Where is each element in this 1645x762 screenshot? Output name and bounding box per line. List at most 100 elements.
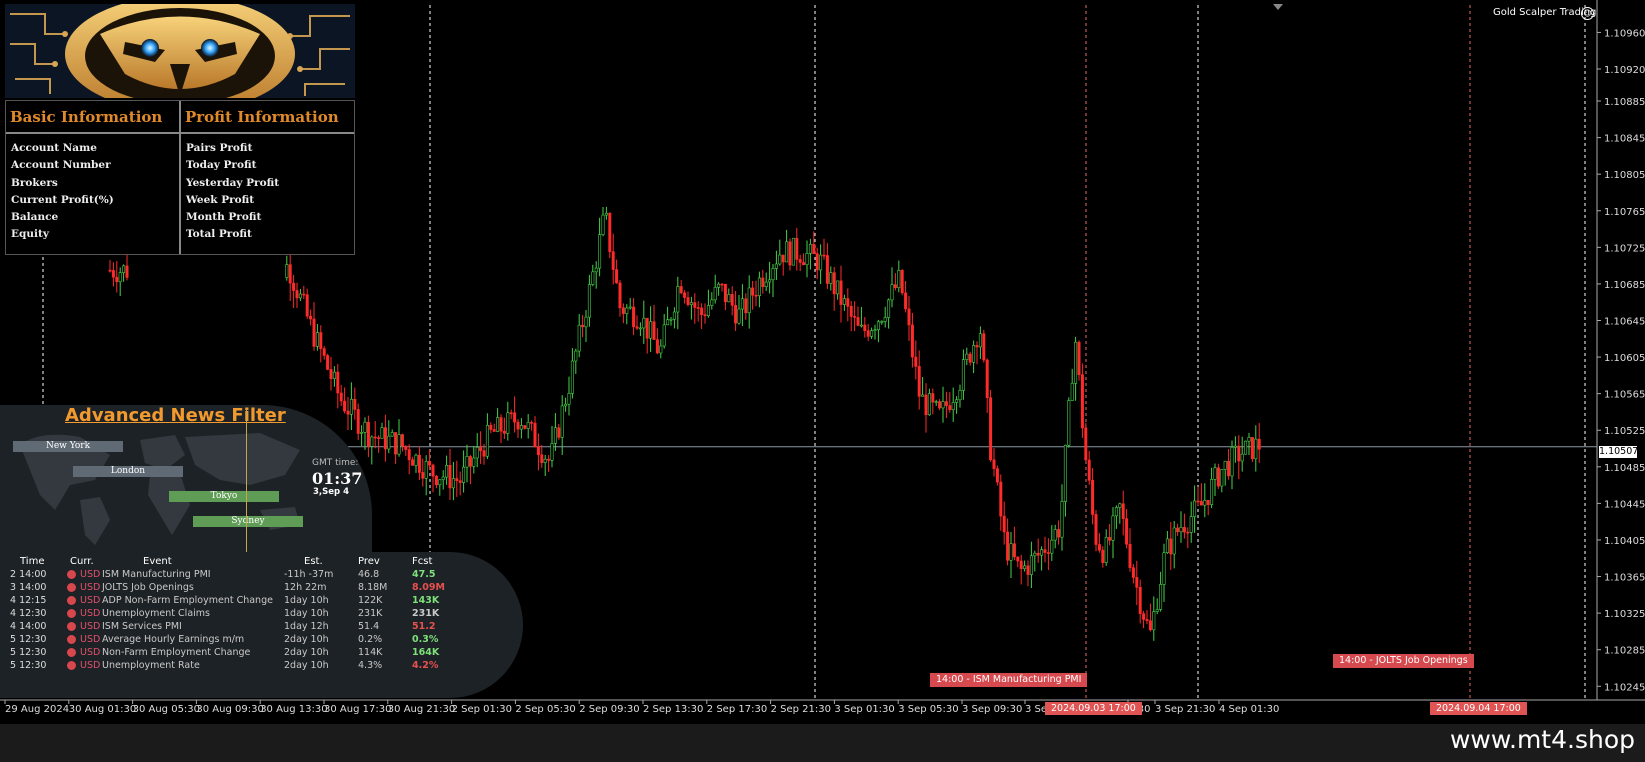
candle-body: [111, 270, 115, 278]
candle-body: [927, 393, 931, 416]
time-tick-label: 3 Sep 21:30: [1155, 704, 1215, 715]
candle-body: [628, 306, 632, 309]
candle-body: [744, 298, 748, 314]
candle-body: [479, 447, 483, 451]
news-event: ADP Non-Farm Employment Change: [102, 595, 273, 606]
news-row: 5 12:30 USD Non-Farm Employment Change 2day…: [0, 646, 470, 659]
candle-body: [944, 401, 948, 406]
candle-body: [577, 324, 581, 352]
candle-body: [825, 255, 829, 284]
candle-body: [455, 478, 459, 481]
candle-body: [934, 401, 938, 403]
header-forecast: Fcst: [412, 556, 433, 567]
news-previous: 8.18M: [358, 582, 388, 593]
candle-body: [737, 308, 741, 324]
candle-body: [1125, 518, 1129, 545]
candle-body: [1186, 531, 1190, 534]
candle-body: [883, 317, 887, 322]
candle-body: [458, 480, 462, 483]
time-tick-label: 3 Sep 01:30: [834, 704, 894, 715]
candle-body: [645, 317, 649, 339]
price-tick-label: 1.10365: [1604, 573, 1645, 584]
candle-body: [332, 371, 336, 379]
candle-body: [523, 425, 527, 429]
event-label-ism[interactable]: 14:00 - ISM Manufacturing PMI: [930, 673, 1088, 687]
news-estimate: 1day 10h: [284, 608, 329, 619]
candle-body: [751, 287, 755, 296]
header-currency: Curr.: [70, 556, 94, 567]
candle-body: [122, 265, 126, 273]
candle-body: [768, 279, 772, 283]
gmt-date: 3,Sep 4: [313, 487, 349, 497]
candle-body: [999, 481, 1003, 517]
news-currency: USD: [80, 647, 101, 658]
candle-body: [550, 443, 554, 461]
smile-icon[interactable]: ☺: [1581, 7, 1594, 20]
time-tick-label: 3 Se: [1025, 704, 1047, 715]
candle-body: [417, 454, 421, 473]
candle-body: [1060, 501, 1064, 538]
candle-body: [740, 298, 744, 310]
candle-body: [346, 410, 350, 415]
candle-body: [1033, 552, 1037, 557]
site-watermark: www.mt4.shop: [1449, 725, 1635, 754]
candle-body: [438, 479, 442, 486]
candle-body: [754, 294, 758, 297]
price-tick-label: 1.10960: [1604, 28, 1645, 39]
candle-body: [951, 402, 955, 410]
candle-body: [115, 276, 119, 283]
time-tick-label: 2 Sep 13:30: [643, 704, 703, 715]
news-previous: 0.2%: [358, 634, 383, 645]
candle-body: [1063, 444, 1067, 502]
candle-body: [1104, 537, 1108, 563]
news-row: 2 14:00 USD ISM Manufacturing PMI -11h -37m…: [0, 568, 470, 581]
news-time: 2 14:00: [10, 569, 47, 580]
account-info-panel: Basic Information Account Name Account N…: [5, 100, 355, 255]
news-estimate: 12h 22m: [284, 582, 327, 593]
current-time-marker: [246, 410, 247, 552]
candle-body: [370, 436, 374, 447]
candle-body: [836, 280, 840, 295]
candle-body: [615, 269, 619, 284]
candle-body: [771, 268, 775, 281]
candle-body: [1230, 446, 1234, 477]
candle-body: [1227, 460, 1231, 477]
gmt-label: GMT time:: [312, 458, 359, 468]
event-label-jolts[interactable]: 14:00 - JOLTS Job Openings: [1333, 654, 1474, 668]
candle-body: [832, 272, 836, 295]
candle-body: [315, 332, 319, 347]
candle-body: [683, 292, 687, 298]
candle-body: [564, 403, 568, 407]
candle-body: [621, 307, 625, 314]
price-tick-label: 1.10285: [1604, 646, 1645, 657]
candle-body: [1046, 552, 1050, 554]
candle-body: [451, 478, 455, 489]
news-forecast: 51.2: [412, 621, 436, 632]
candle-body: [859, 324, 863, 327]
candle-body: [322, 348, 326, 356]
candle-body: [462, 466, 466, 483]
shift-marker-icon[interactable]: [1273, 4, 1283, 10]
candle-body: [373, 436, 377, 439]
candle-body: [482, 450, 486, 457]
impact-dot-icon: [67, 570, 76, 579]
candle-body: [975, 345, 979, 348]
candle-body: [465, 456, 469, 468]
candle-body: [1080, 374, 1084, 429]
time-tick-label: 30 Aug 05:30: [133, 704, 200, 715]
candle-body: [686, 297, 690, 305]
candle-body: [329, 369, 333, 379]
candle-body: [720, 283, 724, 286]
candle-body: [421, 472, 425, 479]
candle-body: [1101, 549, 1105, 563]
candle-body: [1036, 552, 1040, 556]
candle-body: [1043, 549, 1047, 553]
candle-body: [336, 371, 340, 394]
candle-body: [1097, 544, 1101, 551]
news-time: 3 14:00: [10, 582, 47, 593]
candle-body: [1193, 500, 1197, 517]
candle-body: [965, 353, 969, 360]
candle-body: [1244, 440, 1248, 455]
time-tick-label: 3 Sep 05:30: [898, 704, 958, 715]
news-previous: 46.8: [358, 569, 380, 580]
